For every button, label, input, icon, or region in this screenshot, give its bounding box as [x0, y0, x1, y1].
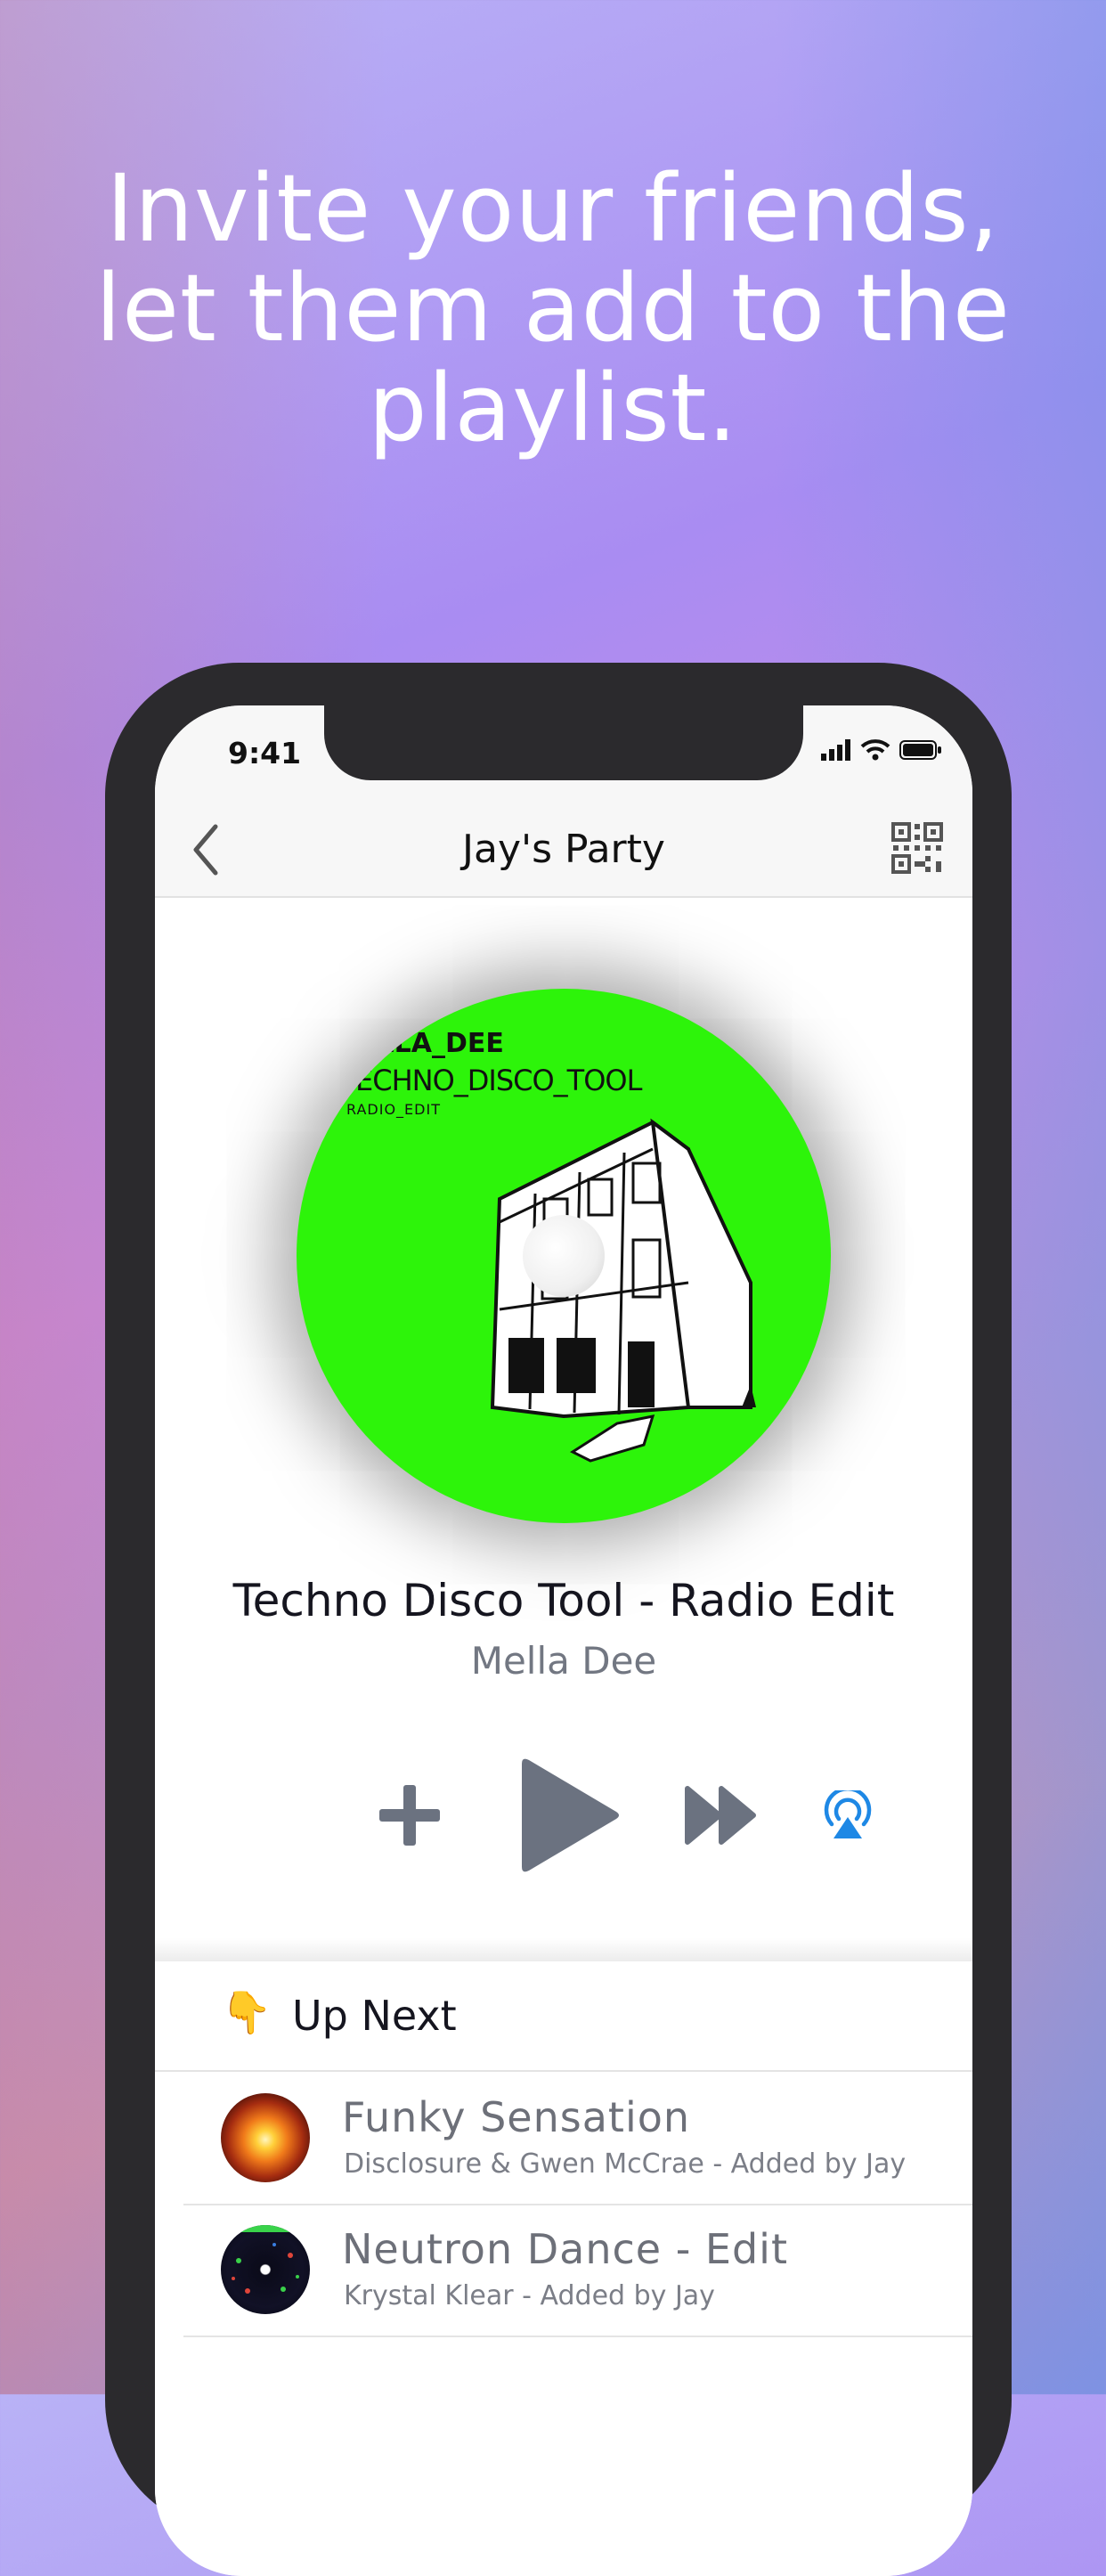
navigation-bar: Jay's Party — [155, 803, 972, 898]
signal-icon — [821, 739, 850, 761]
plus-icon — [379, 1785, 440, 1846]
queue-item-subtitle: Krystal Klear - Added by Jay — [344, 2280, 715, 2311]
cover-artist-text: ELLA_DEE — [359, 1028, 504, 1059]
pointing-down-icon: 👇 — [221, 1988, 272, 2036]
qr-code-button[interactable] — [890, 821, 944, 875]
battery-icon — [899, 740, 941, 760]
wifi-icon — [860, 739, 890, 761]
party-title: Jay's Party — [462, 827, 665, 872]
now-playing-section: ELLA_DEE ECHNO_DISCO_TOOL RADIO_EDIT Tec… — [155, 898, 972, 1938]
track-title: Techno Disco Tool - Radio Edit — [232, 1575, 895, 1626]
artwork-speckles — [221, 2225, 310, 2294]
airplay-button[interactable] — [821, 1789, 874, 1842]
playback-controls — [155, 1753, 972, 1878]
queue-item-title: Funky Sensation — [342, 2093, 691, 2141]
cover-title-text: ECHNO_DISCO_TOOL — [355, 1064, 642, 1097]
add-to-queue-button[interactable] — [374, 1780, 445, 1851]
queue-item[interactable]: Neutron Dance - Edit Krystal Klear - Add… — [183, 2204, 972, 2337]
headline-line-1: Invite your friends, — [106, 154, 1000, 263]
headline-line-3: playlist. — [368, 354, 738, 462]
queue-item-artwork — [221, 2225, 310, 2314]
airplay-icon — [824, 1790, 872, 1838]
cover-edit-text: RADIO_EDIT — [346, 1101, 441, 1118]
phone-screen: 9:41 Jay's Party ELLA_DEE ECHNO_DISCO_TO… — [155, 705, 972, 2576]
qr-code-icon — [891, 822, 943, 874]
queue-item-subtitle: Disclosure & Gwen McCrae - Added by Jay — [344, 2148, 907, 2180]
status-icons — [821, 739, 942, 761]
queue-item[interactable]: Funky Sensation Disclosure & Gwen McCrae… — [183, 2072, 972, 2205]
fast-forward-icon — [685, 1786, 756, 1845]
disc-center-hole — [523, 1215, 605, 1297]
queue-item-title: Neutron Dance - Edit — [342, 2225, 789, 2273]
play-button[interactable] — [508, 1753, 632, 1878]
skip-button[interactable] — [682, 1780, 762, 1851]
status-bar: 9:41 — [155, 705, 972, 803]
phone-frame: 9:41 Jay's Party ELLA_DEE ECHNO_DISCO_TO… — [105, 663, 1012, 2576]
album-art-disc: ELLA_DEE ECHNO_DISCO_TOOL RADIO_EDIT — [297, 989, 831, 1523]
up-next-queue: 👇 Up Next Funky Sensation Disclosure & G… — [155, 1961, 972, 2576]
up-next-header: 👇 Up Next — [155, 1961, 972, 2072]
queue-divider — [155, 1938, 972, 1961]
phone-notch — [324, 705, 803, 780]
play-icon — [522, 1758, 619, 1872]
headline-line-2: let them add to the — [95, 254, 1011, 363]
up-next-label: Up Next — [292, 1992, 457, 2040]
track-artist: Mella Dee — [470, 1639, 657, 1683]
status-time: 9:41 — [228, 736, 302, 770]
queue-item-artwork — [221, 2093, 310, 2182]
promo-headline: Invite your friends, let them add to the… — [0, 159, 1106, 458]
